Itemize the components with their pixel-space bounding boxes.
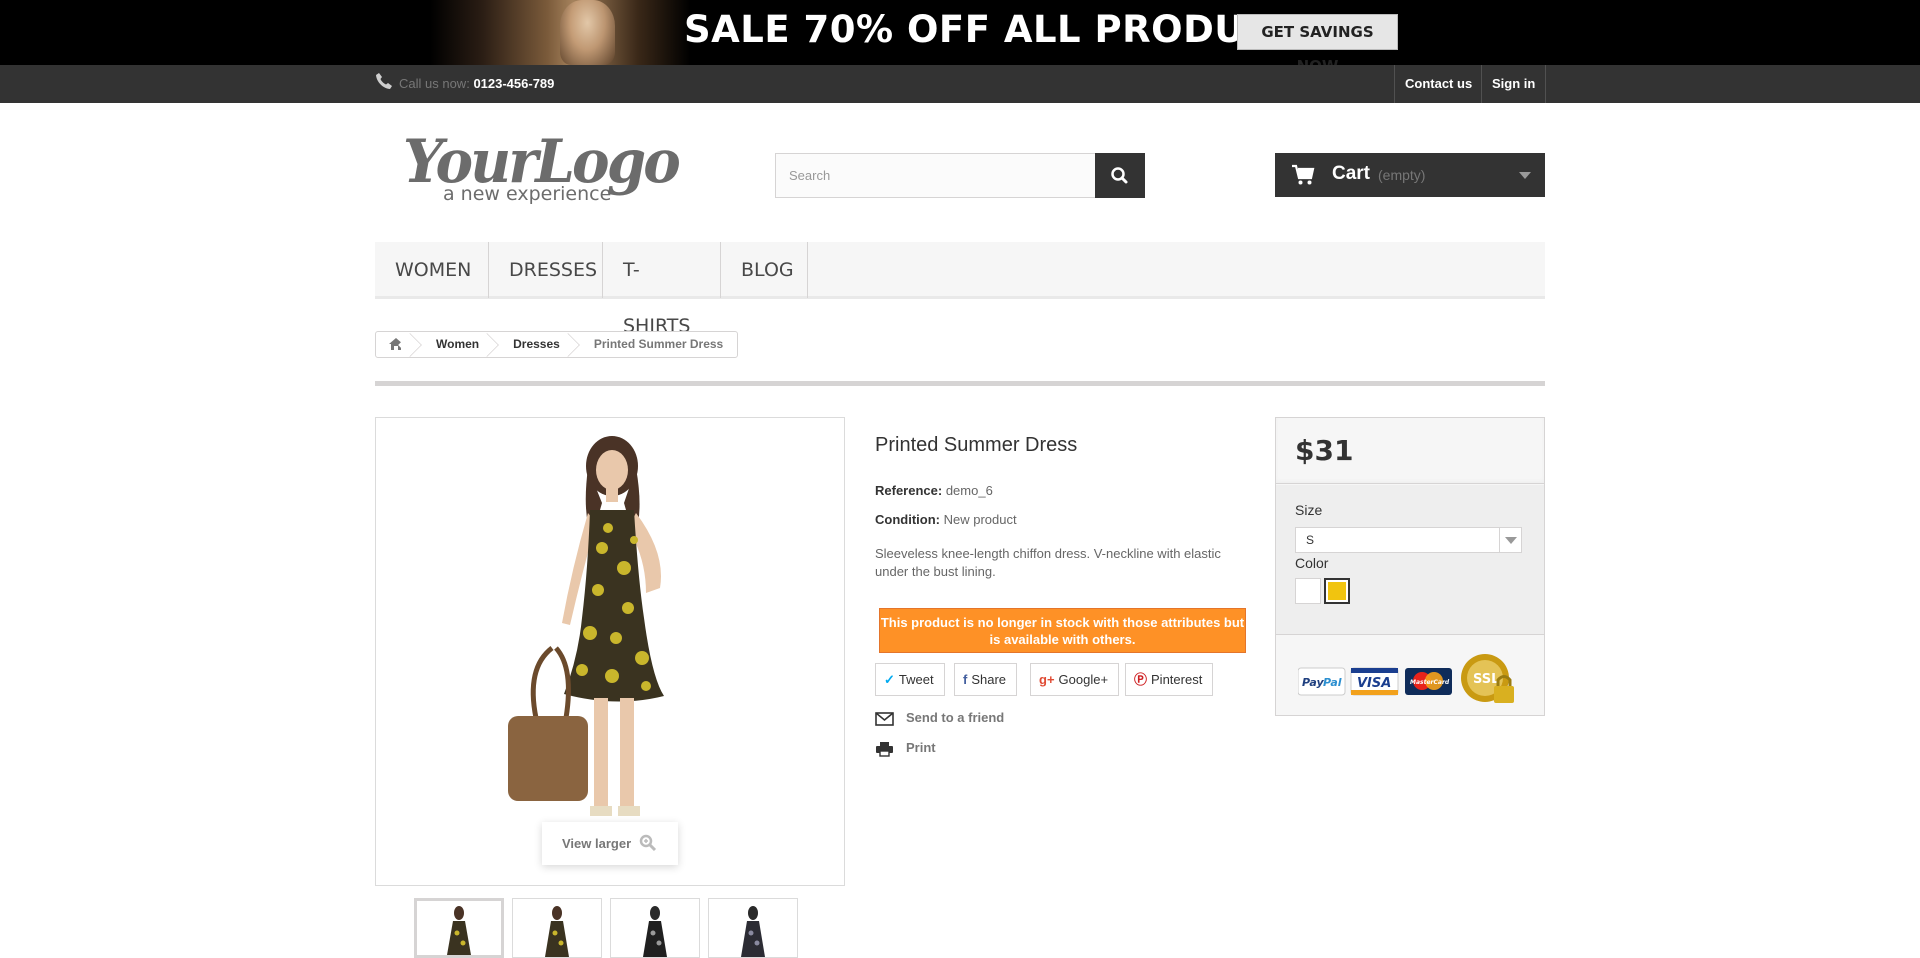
color-swatch-white[interactable] [1295, 578, 1321, 604]
color-swatch-yellow[interactable] [1324, 578, 1350, 604]
view-larger-label: View larger [562, 836, 632, 851]
price-area: $31 [1276, 418, 1544, 484]
search-icon [1111, 167, 1128, 184]
call-us-text: Call us now: 0123-456-789 [399, 76, 554, 91]
product-title: Printed Summer Dress [875, 434, 1078, 456]
size-value: S [1306, 533, 1315, 547]
page-divider [375, 381, 1545, 386]
svg-text:Pay: Pay [1302, 676, 1324, 689]
send-to-friend-link[interactable]: Send to a friend [875, 708, 1004, 728]
google-plus-button[interactable]: g+ Google+ [1030, 663, 1120, 696]
pinterest-label: Pinterest [1151, 672, 1203, 687]
send-to-friend-label: Send to a friend [906, 710, 1005, 725]
contact-us-link[interactable]: Contact us [1394, 65, 1482, 103]
cart-status: (empty) [1378, 167, 1426, 183]
menu-item-blog[interactable]: BLOG [721, 242, 808, 298]
printer-icon [876, 741, 893, 757]
svg-text:SSL: SSL [1473, 672, 1499, 687]
svg-text:MasterCard: MasterCard [1410, 679, 1450, 686]
banner-model-face [560, 0, 615, 65]
twitter-icon: ✓ [884, 672, 895, 687]
pinterest-icon: Ⓟ [1134, 672, 1148, 687]
get-savings-button[interactable]: GET SAVINGS NOW [1237, 14, 1398, 75]
call-us-label: Call us now: [399, 76, 470, 91]
payment-badges: Pay Pal VISA MasterCard SSL [1297, 654, 1514, 703]
cart-button[interactable]: Cart (empty) [1275, 153, 1545, 197]
breadcrumb-home[interactable] [376, 332, 422, 357]
breadcrumb-current: Printed Summer Dress [593, 337, 724, 351]
breadcrumb-dresses-label: Dresses [513, 337, 560, 351]
banner-headline: SALE 70% OFF ALL PRODUCTS [684, 8, 1326, 51]
sign-in-link[interactable]: Sign in [1481, 65, 1547, 103]
top-bar: Call us now: 0123-456-789 Contact us Sig… [0, 65, 1920, 103]
product-price: $31 [1295, 434, 1354, 467]
store-logo[interactable]: YourLogo a new experience [400, 120, 690, 215]
phone-number: 0123-456-789 [473, 76, 555, 91]
chevron-down-icon [1519, 172, 1531, 179]
breadcrumb: Women Dresses Printed Summer Dress [375, 331, 739, 358]
promo-banner[interactable]: SALE 70% OFF ALL PRODUCTS GET SAVINGS NO… [0, 0, 1920, 75]
logo-tagline: a new experience [443, 183, 611, 205]
envelope-icon [875, 711, 894, 726]
menu-item-women[interactable]: WOMEN [375, 242, 489, 298]
size-label: Size [1295, 502, 1323, 518]
menu-item-tshirts[interactable]: T-SHIRTS [603, 242, 721, 337]
condition-value: New product [943, 512, 1017, 527]
payment-logos: Pay Pal VISA MasterCard SSL [1297, 650, 1528, 710]
breadcrumb-dresses[interactable]: Dresses [493, 332, 580, 357]
reference-label: Reference: [875, 483, 943, 498]
size-select[interactable]: S [1295, 527, 1522, 553]
thumbnail-image [741, 906, 765, 957]
share-button[interactable]: f Share [954, 663, 1018, 696]
pinterest-button[interactable]: Ⓟ Pinterest [1125, 663, 1214, 696]
google-plus-label: Google+ [1058, 672, 1109, 687]
product-description: Sleeveless knee-length chiffon dress. V-… [875, 546, 1221, 579]
print-link[interactable]: Print [875, 738, 936, 758]
menu-item-dresses[interactable]: DRESSES [489, 242, 603, 298]
product-condition: Condition: New product [875, 512, 1017, 527]
thumbnail-2[interactable] [512, 898, 602, 958]
thumbnail-image [643, 906, 667, 957]
thumbnail-3[interactable] [610, 898, 700, 958]
zoom-icon [639, 834, 656, 852]
reference-value: demo_6 [945, 483, 993, 498]
chevron-down-icon [1499, 528, 1521, 552]
thumbnail-image [545, 906, 569, 957]
phone-icon [375, 72, 393, 90]
thumbnail-1[interactable] [414, 898, 504, 958]
product-reference: Reference: demo_6 [875, 483, 993, 498]
swatch-fill [1328, 582, 1346, 600]
google-plus-icon: g+ [1039, 672, 1055, 687]
breadcrumb-women-label: Women [436, 337, 480, 351]
thumbnail-4[interactable] [708, 898, 798, 958]
svg-text:VISA: VISA [1357, 676, 1391, 691]
breadcrumb-women[interactable]: Women [416, 332, 500, 357]
share-label: Share [971, 672, 1007, 687]
cart-icon [1292, 164, 1315, 185]
search-input[interactable]: Search [775, 153, 1096, 198]
condition-label: Condition: [875, 512, 940, 527]
cart-label: Cart [1332, 163, 1371, 184]
tweet-button[interactable]: ✓ Tweet [875, 663, 945, 696]
search-button[interactable] [1095, 153, 1145, 198]
facebook-icon: f [963, 672, 968, 687]
print-label: Print [906, 740, 936, 755]
stock-alert: This product is no longer in stock with … [879, 608, 1246, 653]
svg-text:Pal: Pal [1323, 676, 1342, 689]
dress-model-photo [508, 436, 664, 816]
tweet-label: Tweet [898, 672, 934, 687]
main-menu: WOMEN DRESSES T-SHIRTS BLOG [375, 242, 1545, 337]
product-image[interactable] [375, 417, 845, 886]
swatch-fill [1298, 581, 1318, 601]
view-larger-button[interactable]: View larger [542, 822, 678, 865]
color-label: Color [1295, 555, 1329, 571]
